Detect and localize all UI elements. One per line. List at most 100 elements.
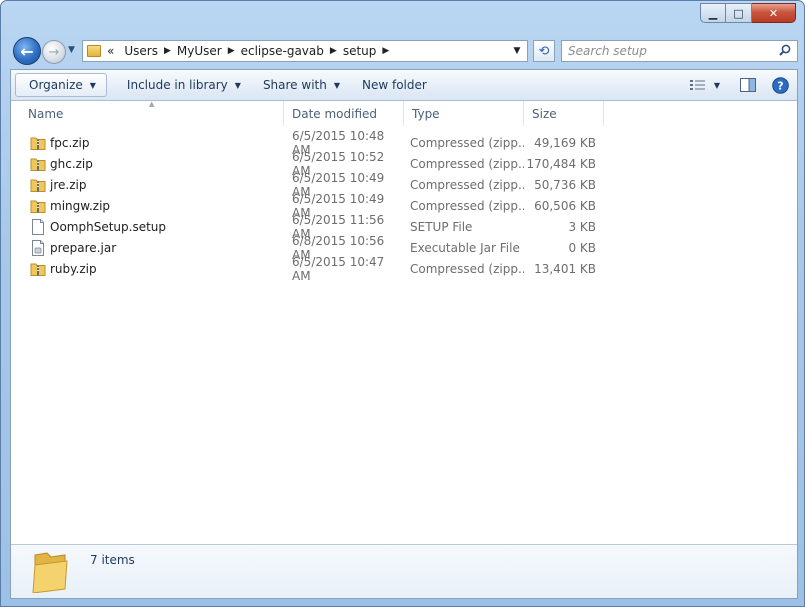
window-frame: ▁ □ ✕ ← → ▼ « Users ▶ MyUser ▶ eclipse-gav… (0, 0, 805, 607)
sort-ascending-icon: ▲ (149, 100, 155, 108)
breadcrumb-label: setup (342, 44, 377, 58)
zip-folder-icon (30, 200, 46, 213)
file-type: Compressed (zipp... (410, 135, 524, 150)
file-size: 49,169 KB (534, 135, 596, 150)
file-name-cell: fpc.zip (11, 132, 284, 153)
file-list: fpc.zip 6/5/2015 10:48 AM Compressed (zi… (11, 129, 797, 283)
file-row[interactable]: mingw.zip 6/5/2015 10:49 AM Compressed (… (11, 192, 797, 220)
view-details-icon (689, 80, 705, 90)
file-name: OomphSetup.setup (50, 219, 167, 234)
refresh-button[interactable]: ⟲ (533, 40, 555, 62)
search-icon[interactable] (779, 44, 791, 56)
new-folder-button[interactable]: New folder (353, 73, 436, 97)
share-with-button[interactable]: Share with ▼ (254, 73, 349, 97)
recent-pages-dropdown[interactable]: ▼ (68, 45, 75, 55)
file-size: 50,736 KB (534, 177, 596, 192)
file-name: fpc.zip (50, 135, 90, 150)
file-name-cell: ghc.zip (11, 153, 284, 174)
item-count: 7 items (90, 553, 135, 567)
breadcrumb-overflow[interactable]: « (107, 44, 114, 58)
column-header-size[interactable]: Size (524, 101, 604, 126)
breadcrumb-myuser[interactable]: MyUser ▶ (177, 44, 241, 58)
file-row[interactable]: ruby.zip 6/5/2015 10:47 AM Compressed (z… (11, 255, 797, 283)
share-with-label: Share with (262, 78, 327, 92)
refresh-icon: ⟲ (538, 43, 550, 59)
change-view-button[interactable] (684, 73, 712, 97)
breadcrumb-setup[interactable]: setup ▶ (343, 44, 395, 58)
file-name: ghc.zip (50, 156, 93, 171)
file-type: Compressed (zipp... (410, 156, 524, 171)
help-button[interactable]: ? (766, 73, 797, 97)
file-size: 60,506 KB (534, 198, 596, 213)
file-name: prepare.jar (50, 240, 117, 255)
file-name-cell: jre.zip (11, 174, 284, 195)
file-row[interactable]: ghc.zip 6/5/2015 10:52 AM Compressed (zi… (11, 150, 797, 178)
file-type: Compressed (zipp... (410, 177, 524, 192)
new-folder-label: New folder (362, 78, 427, 92)
address-bar[interactable]: « Users ▶ MyUser ▶ eclipse-gavab ▶ setup ▶ ▼ (82, 40, 528, 62)
breadcrumb-eclipse-gavab[interactable]: eclipse-gavab ▶ (241, 44, 343, 58)
breadcrumb-label: Users (124, 44, 158, 58)
file-row[interactable]: OomphSetup.setup 6/5/2015 11:56 AM SETUP… (11, 213, 797, 241)
back-button[interactable]: ← (13, 37, 41, 65)
organize-button[interactable]: Organize ▼ (15, 73, 107, 97)
svg-text:?: ? (777, 79, 783, 92)
chevron-right-icon[interactable]: ▶ (228, 46, 235, 56)
forward-button[interactable]: → (42, 40, 66, 64)
file-type: Executable Jar File (410, 240, 520, 255)
file-type: Compressed (zipp... (410, 261, 524, 276)
content-area: Organize ▼ Include in library ▼ Share wi… (10, 69, 798, 599)
search-box[interactable] (561, 40, 798, 62)
file-type: Compressed (zipp... (410, 198, 524, 213)
maximize-button[interactable]: □ (726, 3, 752, 23)
preview-pane-icon (740, 78, 756, 92)
caption-buttons: ▁ □ ✕ (700, 3, 796, 23)
file-row[interactable]: jre.zip 6/5/2015 10:49 AM Compressed (zi… (11, 171, 797, 199)
zip-folder-icon (30, 263, 46, 276)
file-name-cell: ruby.zip (11, 258, 284, 279)
file-row[interactable]: prepare.jar 6/8/2015 10:56 AM Executable… (11, 234, 797, 262)
file-size: 13,401 KB (534, 261, 596, 276)
column-header-name[interactable]: Name ▲ (11, 100, 284, 126)
jar-file-icon (32, 239, 44, 256)
zip-folder-icon (30, 158, 46, 171)
column-header-date[interactable]: Date modified (284, 101, 404, 126)
chevron-right-icon[interactable]: ▶ (330, 46, 337, 56)
file-row[interactable]: fpc.zip 6/5/2015 10:48 AM Compressed (zi… (11, 129, 797, 157)
zip-folder-icon (30, 137, 46, 150)
chevron-down-icon: ▼ (333, 80, 340, 90)
folder-icon (32, 552, 68, 593)
organize-label: Organize (29, 78, 83, 92)
help-icon: ? (772, 76, 789, 94)
file-type: SETUP File (410, 219, 473, 234)
file-name: ruby.zip (50, 261, 97, 276)
file-size: 3 KB (568, 219, 596, 234)
details-pane: 7 items (11, 544, 797, 598)
preview-pane-button[interactable] (730, 73, 766, 97)
column-header-label: Size (532, 106, 557, 121)
close-button[interactable]: ✕ (752, 3, 796, 23)
file-size: 170,484 KB (526, 156, 596, 171)
include-in-library-button[interactable]: Include in library ▼ (118, 73, 250, 97)
column-header-label: Type (412, 106, 440, 121)
file-name: jre.zip (50, 177, 87, 192)
chevron-right-icon[interactable]: ▶ (164, 46, 171, 56)
generic-file-icon (32, 218, 44, 235)
column-header-label: Date modified (292, 106, 378, 121)
chevron-down-icon: ▼ (234, 80, 241, 90)
include-in-library-label: Include in library (126, 78, 228, 92)
file-name-cell: OomphSetup.setup (11, 216, 284, 237)
breadcrumb-users[interactable]: Users ▶ (124, 44, 177, 58)
navigation-bar: ← → ▼ « Users ▶ MyUser ▶ eclipse-gavab ▶ se… (10, 36, 798, 66)
view-options-dropdown[interactable]: ▼ (712, 73, 730, 97)
file-name-cell: prepare.jar (11, 237, 284, 258)
chevron-right-icon[interactable]: ▶ (382, 46, 389, 56)
column-header-type[interactable]: Type (404, 101, 524, 126)
search-input[interactable] (562, 44, 762, 58)
folder-icon (87, 45, 101, 57)
address-history-dropdown[interactable]: ▼ (509, 41, 525, 61)
chevron-down-icon: ▼ (89, 80, 96, 90)
command-bar: Organize ▼ Include in library ▼ Share wi… (11, 70, 797, 101)
chevron-down-icon: ▼ (713, 80, 720, 90)
minimize-button[interactable]: ▁ (700, 3, 726, 23)
